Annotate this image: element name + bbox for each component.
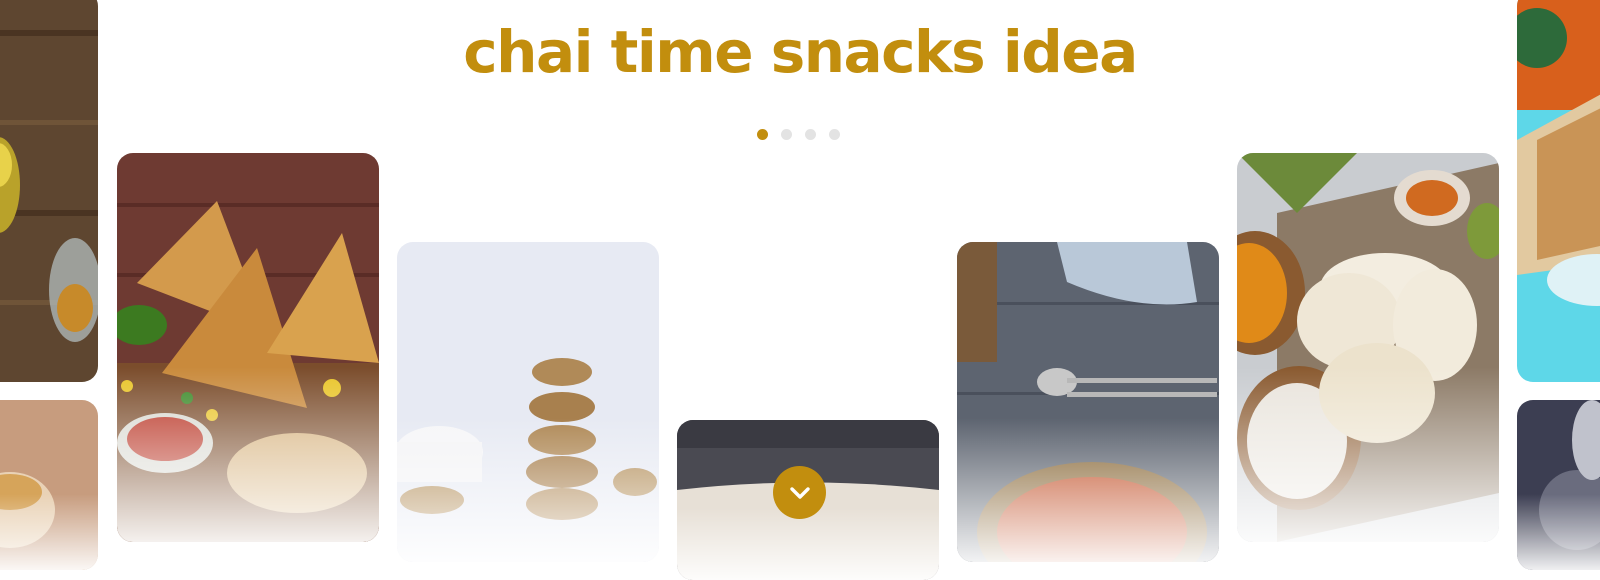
toast-sandwich-image — [1517, 0, 1600, 382]
card-left-top[interactable] — [0, 0, 98, 382]
pagination-dot-4[interactable] — [829, 129, 840, 140]
scroll-down-button[interactable] — [773, 466, 826, 519]
card-oat-cookies[interactable] — [397, 242, 659, 562]
page-title: chai time snacks idea — [463, 18, 1138, 86]
card-right-bottom[interactable] — [1517, 400, 1600, 570]
pagination-dot-3[interactable] — [805, 129, 816, 140]
carousel-pagination — [757, 129, 840, 140]
card-idli[interactable] — [1237, 153, 1499, 542]
chevron-down-icon — [789, 486, 810, 499]
pagination-dot-2[interactable] — [781, 129, 792, 140]
lassi-glass-image — [0, 0, 98, 382]
card-samosa[interactable] — [117, 153, 379, 542]
pagination-dot-1[interactable] — [757, 129, 768, 140]
card-halwa[interactable] — [957, 242, 1219, 562]
card-right-top[interactable] — [1517, 0, 1600, 382]
card-left-bottom[interactable] — [0, 400, 98, 570]
